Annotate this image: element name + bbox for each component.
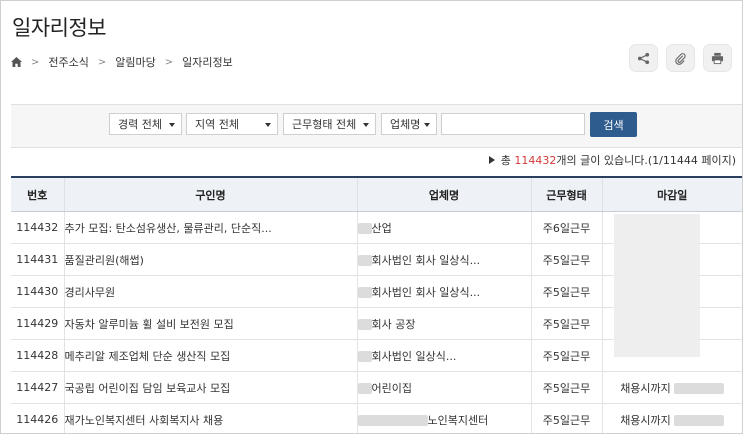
caret-down-icon <box>363 123 369 127</box>
table-row[interactable]: 114427 국공립 어린이집 담임 보육교사 모집 어린이집 주5일근무 채용… <box>11 371 742 404</box>
caret-down-icon <box>169 123 175 127</box>
page-actions <box>629 44 732 72</box>
redacted-block <box>358 319 372 330</box>
row-company: 회사법인 회사 일상식... <box>356 243 531 276</box>
worktype-select-value: 근무형태 전체 <box>292 118 357 131</box>
worktype-select[interactable]: 근무형태 전체 <box>283 113 376 135</box>
redacted-block <box>674 383 725 394</box>
chevron-right-icon: > <box>31 56 40 68</box>
total-count: 114432 <box>514 154 557 167</box>
search-bar: 경력 전체 지역 전체 근무형태 전체 업체명 검색 <box>11 104 742 148</box>
caret-down-icon <box>265 123 271 127</box>
home-icon[interactable] <box>11 57 22 67</box>
header-title: 구인명 <box>63 176 357 212</box>
region-select[interactable]: 지역 전체 <box>186 113 278 135</box>
breadcrumb-item-news[interactable]: 전주소식 <box>48 54 88 70</box>
row-no: 114430 <box>11 275 64 308</box>
page-title: 일자리정보 <box>12 16 107 40</box>
row-no: 114432 <box>11 211 64 244</box>
redacted-deadline-block <box>614 214 700 357</box>
breadcrumb-item-current: 일자리정보 <box>182 56 233 69</box>
print-icon <box>711 52 724 64</box>
row-worktype: 주5일근무 <box>530 307 602 340</box>
row-worktype: 주5일근무 <box>530 275 602 308</box>
header-no: 번호 <box>11 176 64 212</box>
search-field-select[interactable]: 업체명 <box>381 113 437 135</box>
print-button[interactable] <box>703 44 732 72</box>
row-title-link[interactable]: 품질관리원(해썹) <box>63 243 357 276</box>
breadcrumb-item-notice[interactable]: 알림마당 <box>115 54 155 70</box>
row-no: 114431 <box>11 243 64 276</box>
search-button[interactable]: 검색 <box>590 112 637 137</box>
paperclip-icon <box>675 52 686 65</box>
row-deadline: 채용시까지 <box>601 403 742 433</box>
row-title-link[interactable]: 경리사무원 <box>63 275 357 308</box>
redacted-block <box>674 415 725 426</box>
result-count: 총 114432개의 글이 있습니다.(1/11444 페이지) <box>488 152 736 168</box>
table-row[interactable]: 114426 재가노인복지센터 사회복지사 채용 노인복지센터 주5일근무 채용… <box>11 403 742 433</box>
caret-down-icon <box>424 123 430 127</box>
row-title-link[interactable]: 메추리알 제조업체 단순 생산직 모집 <box>63 339 357 372</box>
row-title-link[interactable]: 추가 모집: 탄소섬유생산, 물류관리, 단순직... <box>63 211 357 244</box>
row-worktype: 주5일근무 <box>530 403 602 433</box>
row-no: 114427 <box>11 371 64 404</box>
career-select[interactable]: 경력 전체 <box>109 113 182 135</box>
redacted-block <box>358 223 372 234</box>
row-company: 어린이집 <box>356 371 531 404</box>
row-title-link[interactable]: 국공립 어린이집 담임 보육교사 모집 <box>63 371 357 404</box>
chevron-right-icon: > <box>97 56 107 68</box>
row-company: 노인복지센터 <box>356 403 531 433</box>
row-company: 회사 공장 <box>356 307 531 340</box>
triangle-right-icon <box>488 156 495 164</box>
share-icon <box>637 52 650 64</box>
row-worktype: 주6일근무 <box>530 211 602 244</box>
row-company: 회사법인 회사 일상식... <box>356 275 531 308</box>
page: 일자리정보 > 전주소식 > 알림마당 > 일자리정보 경력 전체 지역 전체 … <box>0 0 743 434</box>
row-title-link[interactable]: 자동차 알루미늄 휠 설비 보전원 모집 <box>63 307 357 340</box>
header-deadline: 마감일 <box>601 176 742 212</box>
header-worktype: 근무형태 <box>530 176 602 212</box>
table-header-row: 번호 구인명 업체명 근무형태 마감일 <box>11 176 742 212</box>
redacted-block <box>358 287 372 298</box>
region-select-value: 지역 전체 <box>195 118 239 131</box>
header-company: 업체명 <box>356 176 531 212</box>
search-field-select-value: 업체명 <box>390 118 421 131</box>
redacted-block <box>358 255 372 266</box>
breadcrumb: > 전주소식 > 알림마당 > 일자리정보 <box>11 54 233 70</box>
redacted-block <box>358 351 372 362</box>
row-title-link[interactable]: 재가노인복지센터 사회복지사 채용 <box>63 403 357 433</box>
row-worktype: 주5일근무 <box>530 339 602 372</box>
attach-button[interactable] <box>666 44 695 72</box>
share-button[interactable] <box>629 44 658 72</box>
row-deadline: 채용시까지 <box>601 371 742 404</box>
search-input[interactable] <box>441 113 585 135</box>
row-worktype: 주5일근무 <box>530 371 602 404</box>
row-company: 회사법인 일상식... <box>356 339 531 372</box>
chevron-right-icon: > <box>164 56 174 68</box>
row-worktype: 주5일근무 <box>530 243 602 276</box>
row-company: 산업 <box>356 211 531 244</box>
career-select-value: 경력 전체 <box>118 118 162 131</box>
row-no: 114426 <box>11 403 64 433</box>
redacted-block <box>358 415 428 426</box>
row-no: 114428 <box>11 339 64 372</box>
redacted-block <box>358 383 372 394</box>
row-no: 114429 <box>11 307 64 340</box>
